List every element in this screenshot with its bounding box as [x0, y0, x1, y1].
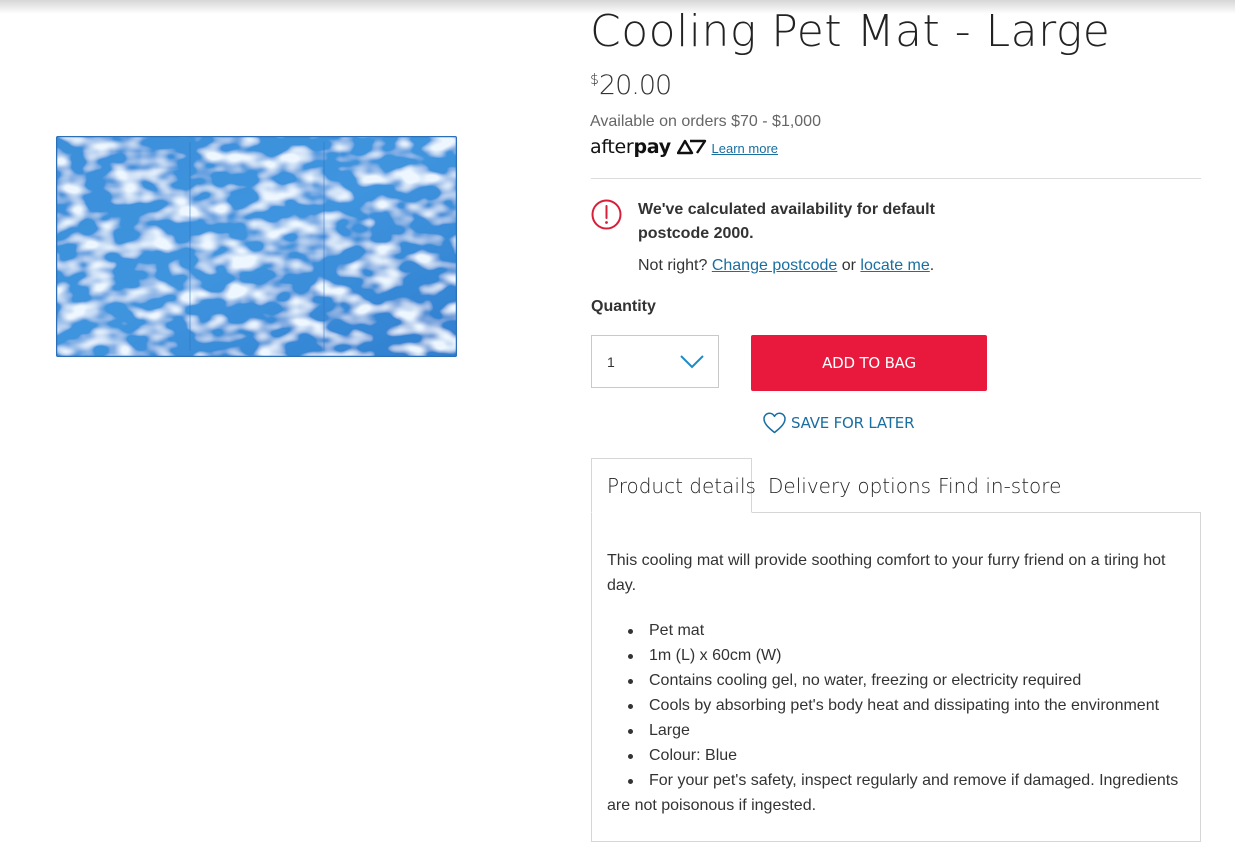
- afterpay-arrows-icon: [676, 139, 706, 155]
- save-for-later-button[interactable]: SAVE FOR LATER: [762, 409, 914, 437]
- tab-find-in-store[interactable]: Find in-store: [938, 458, 1061, 513]
- list-item: Pet mat: [607, 618, 1187, 643]
- afterpay-logo-light: after: [590, 136, 634, 158]
- list-item: 1m (L) x 60cm (W): [607, 643, 1187, 668]
- save-for-later-label: SAVE FOR LATER: [791, 414, 915, 432]
- product-title: Cooling Pet Mat - Large: [590, 6, 1111, 57]
- cooling-mat-image: [56, 136, 457, 357]
- tab-delivery-options[interactable]: Delivery options: [768, 458, 931, 513]
- add-to-bag-button[interactable]: ADD TO BAG: [751, 335, 987, 391]
- change-postcode-link[interactable]: Change postcode: [712, 257, 837, 274]
- not-right-label: Not right?: [638, 257, 708, 274]
- afterpay-row: afterpay Learn more: [590, 136, 778, 158]
- divider: [591, 178, 1201, 179]
- quantity-select[interactable]: 1: [591, 335, 719, 388]
- afterpay-learn-more-link[interactable]: Learn more: [712, 141, 778, 156]
- list-item: Cools by absorbing pet's body heat and d…: [607, 693, 1187, 718]
- price-currency: $: [590, 72, 599, 88]
- price-amount: 20.00: [598, 70, 672, 101]
- tab-product-details[interactable]: Product details: [591, 458, 756, 513]
- product-price: $20.00: [590, 70, 672, 101]
- afterpay-availability-note: Available on orders $70 - $1,000: [590, 113, 821, 130]
- postcode-prompt-suffix: .: [929, 257, 935, 274]
- quantity-label: Quantity: [591, 298, 656, 315]
- quantity-value: 1: [607, 354, 615, 370]
- afterpay-logo: afterpay: [590, 136, 707, 158]
- availability-message: We've calculated availability for defaul…: [638, 201, 935, 242]
- feature-list: Pet mat 1m (L) x 60cm (W) Contains cooli…: [607, 618, 1187, 818]
- list-item: For your pet's safety, inspect regularly…: [607, 768, 1187, 818]
- chevron-down-icon: [680, 355, 704, 369]
- heart-icon: [763, 412, 786, 434]
- postcode-prompt: Not right? Change postcode or locate me.: [638, 257, 934, 275]
- list-item: Large: [607, 718, 1187, 743]
- exclamation-circle-icon: [591, 199, 622, 230]
- product-description: This cooling mat will provide soothing c…: [607, 552, 1166, 594]
- list-item: Colour: Blue: [607, 743, 1187, 768]
- or-label: or: [841, 257, 856, 274]
- product-image[interactable]: [56, 136, 457, 357]
- locate-me-link[interactable]: locate me: [860, 257, 929, 274]
- afterpay-logo-bold: pay: [633, 136, 671, 158]
- list-item: Contains cooling gel, no water, freezing…: [607, 668, 1187, 693]
